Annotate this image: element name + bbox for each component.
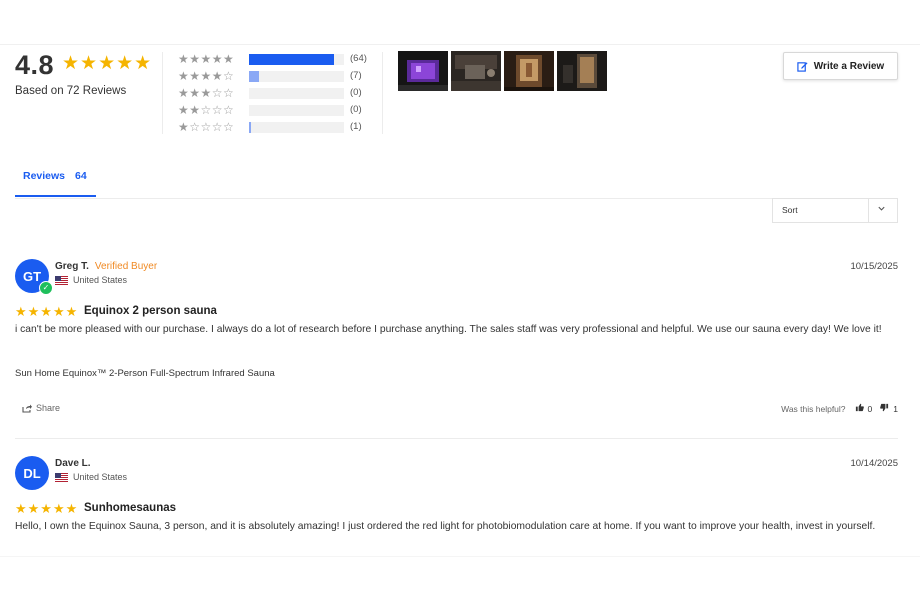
review-stars: ★★★★★ [15, 304, 79, 319]
reviewer-name: Greg T. Verified Buyer [55, 261, 157, 272]
write-review-label: Write a Review [813, 60, 885, 72]
histogram-bar [249, 122, 344, 133]
bottom-divider [0, 556, 920, 557]
share-label: Share [36, 403, 61, 413]
write-review-button[interactable]: Write a Review [783, 52, 898, 80]
histogram-fill [249, 122, 251, 133]
sort-separator [868, 199, 869, 222]
histogram-bar [249, 71, 344, 82]
histogram-bar [249, 88, 344, 99]
based-on-count: Based on 72 Reviews [15, 85, 127, 97]
histogram-count: (7) [350, 70, 362, 81]
review-divider [15, 438, 898, 439]
review-date: 10/15/2025 [850, 261, 898, 272]
helpful-down-count: 1 [893, 403, 898, 414]
tab-reviews-label: Reviews [23, 170, 66, 182]
rating-summary: 4.8 ★★★★★ Based on 72 Reviews [15, 50, 151, 97]
review-product: Sun Home Equinox™ 2-Person Full-Spectrum… [15, 368, 275, 379]
thumbs-down-icon[interactable] [880, 403, 889, 414]
summary-divider [162, 52, 163, 134]
review-date: 10/14/2025 [850, 458, 898, 469]
histogram-divider [382, 52, 383, 134]
histogram-row-2[interactable]: ★★☆☆☆ (0) [178, 103, 378, 120]
sort-label: Sort [782, 205, 798, 215]
histogram-row-3[interactable]: ★★★☆☆ (0) [178, 86, 378, 103]
histogram-fill [249, 54, 334, 65]
average-stars: ★★★★★ [62, 53, 153, 74]
reviewer-name-text: Greg T. [55, 261, 89, 272]
reviewer-name: Dave L. [55, 458, 91, 469]
review-item: DL Dave L. United States 10/14/2025 ★★★★… [15, 456, 898, 556]
sort-dropdown[interactable]: Sort [772, 198, 898, 223]
thumbs-up-icon[interactable] [855, 403, 864, 414]
histogram-stars: ★★☆☆☆ [178, 103, 235, 117]
rating-histogram: ★★★★★ (64) ★★★★☆ (7) ★★★☆☆ (0) ★★☆☆☆ (0)… [178, 52, 378, 137]
review-photo-thumbnail[interactable] [398, 51, 448, 91]
review-photo-thumbnail[interactable] [504, 51, 554, 91]
histogram-count: (0) [350, 104, 362, 115]
reviewer-name-text: Dave L. [55, 458, 91, 469]
tab-reviews[interactable]: Reviews 64 [15, 170, 96, 197]
helpful-up-count: 0 [867, 403, 873, 414]
avatar: DL [15, 456, 49, 490]
pencil-square-icon [797, 61, 808, 72]
review-item: GT ✓ Greg T. Verified Buyer United States… [15, 259, 898, 424]
review-title: Equinox 2 person sauna [84, 305, 217, 317]
histogram-row-1[interactable]: ★☆☆☆☆ (1) [178, 120, 378, 137]
histogram-row-4[interactable]: ★★★★☆ (7) [178, 69, 378, 86]
review-title: Sunhomesaunas [84, 502, 177, 514]
review-stars: ★★★★★ [15, 501, 79, 516]
location-text: United States [73, 275, 128, 285]
histogram-count: (0) [350, 87, 362, 98]
histogram-bar [249, 54, 344, 65]
avatar-initials: GT [22, 268, 42, 284]
review-tabs: Reviews 64 [15, 170, 898, 199]
share-button[interactable]: Share [22, 403, 60, 413]
reviewer-location: United States [55, 472, 127, 482]
histogram-count: (64) [350, 53, 367, 64]
chevron-down-icon [878, 206, 885, 211]
histogram-stars: ★☆☆☆☆ [178, 120, 235, 134]
histogram-stars: ★★★★★ [178, 52, 235, 66]
histogram-stars: ★★★★☆ [178, 69, 235, 83]
helpful-label: Was this helpful? [781, 403, 846, 414]
top-divider [0, 44, 920, 45]
histogram-stars: ★★★☆☆ [178, 86, 235, 100]
verified-buyer-label: Verified Buyer [94, 261, 158, 272]
review-photo-thumbnail[interactable] [451, 51, 501, 91]
review-body: Hello, I own the Equinox Sauna, 3 person… [15, 521, 876, 532]
reviewer-location: United States [55, 275, 127, 285]
histogram-row-5[interactable]: ★★★★★ (64) [178, 52, 378, 69]
verified-check-icon: ✓ [39, 281, 53, 295]
average-rating: 4.8 [15, 50, 55, 80]
avatar-initials: DL [23, 465, 41, 481]
share-icon [22, 404, 32, 413]
helpful-votes: Was this helpful? 0 1 [781, 403, 898, 414]
tab-reviews-count: 64 [75, 170, 87, 182]
us-flag-icon [55, 472, 68, 482]
histogram-fill [249, 71, 259, 82]
histogram-count: (1) [350, 121, 362, 132]
review-photo-thumbnail[interactable] [557, 51, 607, 91]
review-body: i can't be more pleased with our purchas… [15, 324, 882, 335]
histogram-bar [249, 105, 344, 116]
location-text: United States [73, 472, 128, 482]
review-photos [398, 51, 607, 91]
us-flag-icon [55, 275, 68, 285]
